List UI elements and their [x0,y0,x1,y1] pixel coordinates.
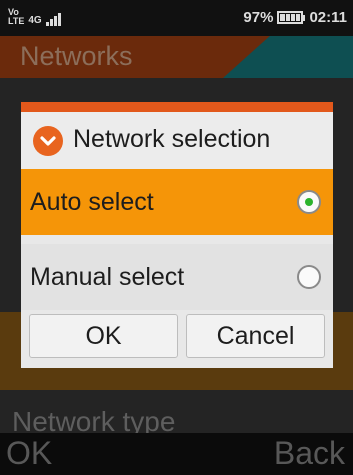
softkey-left[interactable]: OK [6,435,52,472]
network-type-label: 4G [28,15,42,26]
cancel-button[interactable]: Cancel [186,314,325,358]
network-selection-dialog: Network selection Auto select Manual sel… [21,102,333,368]
softkey-right[interactable]: Back [274,435,345,472]
option-label: Manual select [30,263,185,291]
option-manual-select[interactable]: Manual select [21,244,333,310]
dialog-accent-bar [21,102,333,112]
page-title: Networks [20,41,133,71]
softkey-bar: OK Back [0,433,353,475]
status-right: 97% 02:11 [243,9,347,26]
dialog-header: Network selection [21,112,333,169]
signal-icon [45,12,61,26]
app-header: Networks [0,36,353,78]
volte-bottom: LTE [8,16,25,26]
option-label: Auto select [30,188,154,216]
ok-button[interactable]: OK [29,314,178,358]
battery-percent: 97% [243,9,274,26]
radio-selected[interactable] [297,190,321,214]
header-accent [223,36,353,78]
status-bar: Vo LTE 4G 97% 02:11 [0,0,353,36]
battery-icon [277,11,306,24]
radio-dot [305,198,313,206]
dialog-title: Network selection [73,125,271,153]
radio-unselected[interactable] [297,265,321,289]
chevron-down-icon [33,126,63,156]
volte-icon: Vo LTE [8,8,24,26]
option-auto-select[interactable]: Auto select [21,169,333,235]
clock: 02:11 [309,9,347,26]
status-left: Vo LTE 4G [8,8,61,26]
